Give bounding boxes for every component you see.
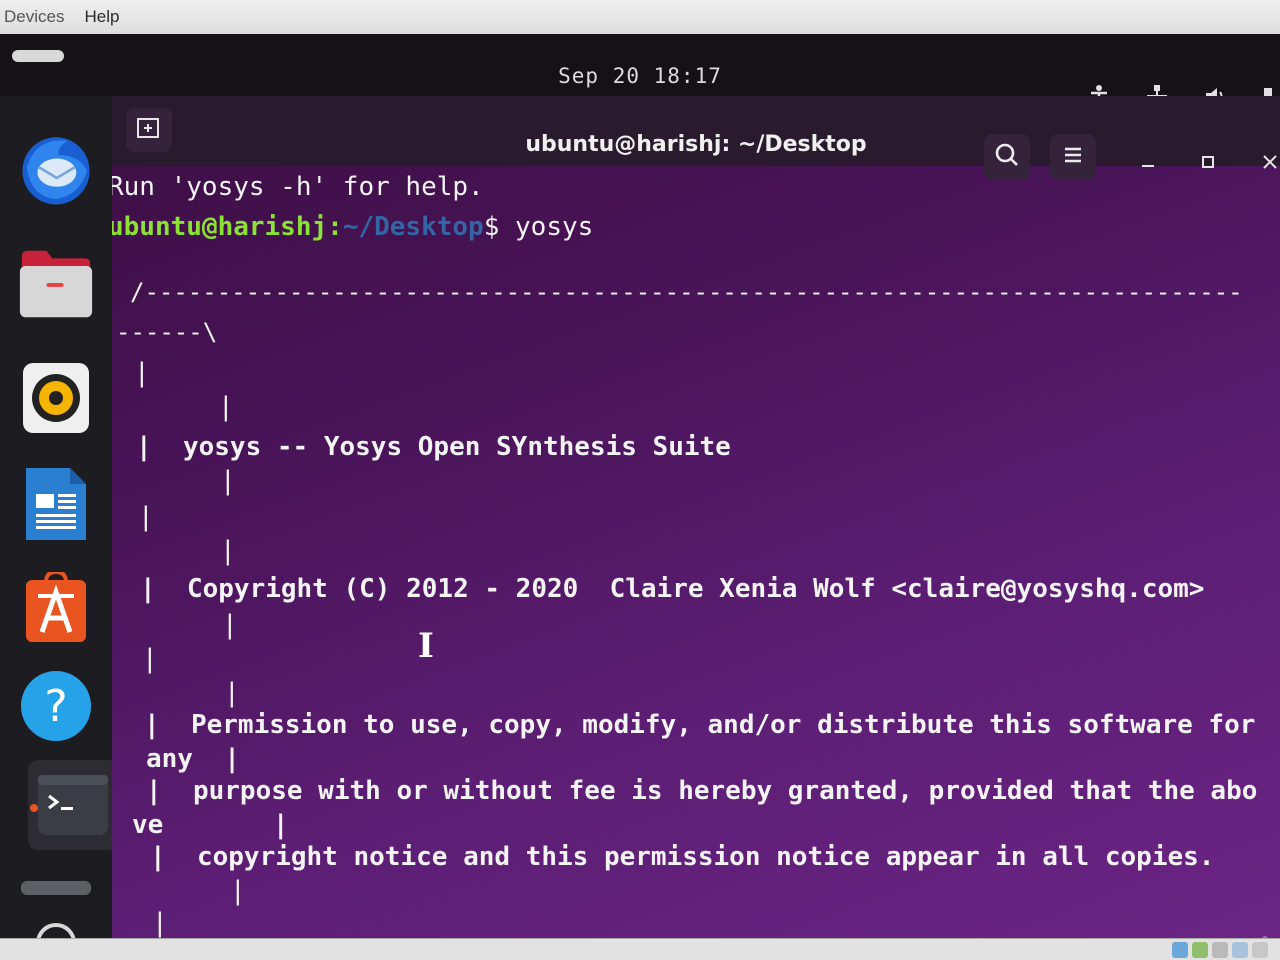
thunderbird-icon[interactable]	[18, 132, 94, 208]
rhythmbox-icon[interactable]	[18, 360, 94, 436]
banner-pipe: |	[218, 392, 234, 422]
banner-pipe: |	[220, 466, 236, 496]
host-status-icons	[1172, 942, 1268, 958]
banner-pipe: |	[134, 358, 150, 388]
banner-pipe: |	[138, 502, 154, 532]
banner-pipe: |	[222, 610, 238, 640]
network-status-icon[interactable]	[1192, 942, 1208, 958]
run-help-line: Run 'yosys -h' for help.	[112, 172, 484, 202]
svg-text:?: ?	[44, 681, 67, 732]
banner-permission-line-1: | Permission to use, copy, modify, and/o…	[144, 710, 1256, 740]
banner-pipe: |	[230, 876, 246, 906]
dock-item-partial-icon[interactable]	[18, 866, 94, 906]
banner-pipe: |	[220, 536, 236, 566]
ubuntu-topbar: Sep 20 18:17	[0, 34, 1280, 108]
dock: ?	[0, 96, 118, 960]
menu-help[interactable]: Help	[74, 7, 129, 27]
banner-permission-line-2: | purpose with or without fee is hereby …	[146, 776, 1258, 806]
banner-pipe: |	[142, 644, 158, 674]
text-cursor-icon: I	[418, 626, 434, 666]
terminal-output[interactable]: Run 'yosys -h' for help. ubuntu@harishj:…	[112, 166, 1280, 938]
banner-permission-line-2-wrap: ve |	[132, 810, 289, 840]
menu-devices[interactable]: Devices	[0, 7, 74, 27]
hdd-icon[interactable]	[1172, 942, 1188, 958]
files-icon[interactable]	[18, 246, 94, 322]
banner-suite-line: | yosys -- Yosys Open SYnthesis Suite	[136, 432, 731, 462]
prompt-path: ~/Desktop	[342, 212, 484, 242]
host-menubar: Devices Help	[0, 0, 1280, 35]
terminal-icon[interactable]	[28, 760, 118, 850]
software-center-icon[interactable]	[18, 570, 94, 646]
host-status-bar	[0, 938, 1280, 960]
display-icon[interactable]	[1252, 942, 1268, 958]
banner-top-line-wrap: ------\	[116, 318, 218, 346]
libreoffice-writer-icon[interactable]	[18, 466, 94, 542]
activities-button[interactable]	[12, 50, 64, 62]
terminal-headerbar: ubuntu@harishj: ~/Desktop	[112, 96, 1280, 180]
help-icon[interactable]: ?	[18, 668, 94, 744]
prompt-user: ubuntu@harishj:	[112, 212, 343, 242]
screen: Devices Help Sep 20 18:17 ? ubuntu@haris…	[0, 0, 1280, 960]
banner-top-line: /---------------------------------------…	[130, 278, 1243, 306]
shared-folder-icon[interactable]	[1232, 942, 1248, 958]
prompt-line: ubuntu@harishj:~/Desktop$ yosys	[112, 212, 593, 242]
banner-pipe: |	[224, 678, 240, 708]
prompt-command: $ yosys	[483, 212, 594, 242]
window-title: ubuntu@harishj: ~/Desktop	[525, 132, 867, 157]
banner-pipe: |	[152, 908, 168, 938]
terminal-window[interactable]: ubuntu@harishj: ~/Desktop Run 'yosys -h'…	[112, 96, 1280, 938]
banner-permission-line-1-wrap: any |	[146, 744, 240, 774]
banner-permission-line-3: | copyright notice and this permission n…	[150, 842, 1215, 872]
banner-copyright-line: | Copyright (C) 2012 - 2020 Claire Xenia…	[140, 574, 1205, 604]
usb-icon[interactable]	[1212, 942, 1228, 958]
active-app-indicator	[30, 804, 38, 812]
